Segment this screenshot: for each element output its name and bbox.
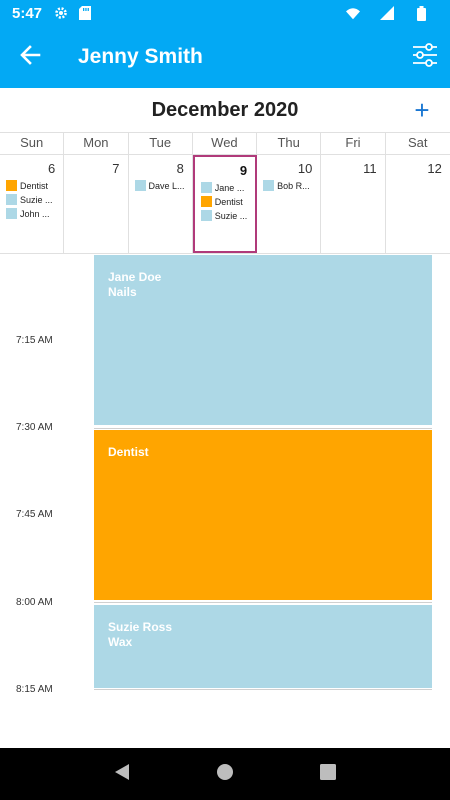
day-number: 8 (176, 161, 184, 176)
weekday-label: Tue (129, 133, 193, 154)
day-number: 7 (112, 161, 120, 176)
event-dentist[interactable]: Dentist (94, 430, 432, 600)
day-number: 6 (48, 161, 56, 176)
day-number: 12 (427, 161, 442, 176)
day-cell-7[interactable]: 7 (64, 155, 129, 253)
event-title: Jane Doe (108, 270, 162, 284)
event-chip-label: Bob R... (277, 180, 310, 191)
event-chip-label: Suzie ... (214, 210, 248, 221)
time-label: 7:45 AM (16, 509, 53, 520)
system-nav-bar (0, 748, 450, 800)
weekday-label: Wed (193, 133, 258, 154)
event-suzie-ross[interactable]: Suzie Ross Wax (94, 605, 432, 688)
event-jane-doe[interactable]: Jane Doe Nails (94, 255, 432, 425)
event-chip[interactable]: Jane ... (200, 181, 249, 194)
time-label: 8:15 AM (16, 684, 53, 695)
day-cell-8[interactable]: 8 Dave L... (129, 155, 193, 253)
day-cell-9-selected[interactable]: 9 Jane ... Dentist Suzie ... (192, 155, 258, 253)
day-number: 11 (363, 161, 377, 176)
hour-divider (94, 602, 432, 603)
time-label: 7:30 AM (16, 422, 53, 433)
hour-divider (94, 689, 432, 690)
color-swatch (6, 180, 17, 191)
day-cell-11[interactable]: 11 (321, 155, 386, 253)
month-header: December 2020 + (0, 88, 450, 132)
status-bar: 5:47 (0, 0, 450, 26)
month-title: December 2020 (151, 98, 299, 121)
arrow-left-icon (19, 44, 41, 71)
event-subtitle: Nails (108, 285, 137, 299)
event-chip-label: Suzie ... (20, 194, 53, 205)
battery-icon (414, 5, 428, 21)
gear-icon (54, 6, 68, 20)
home-circle-icon (216, 763, 234, 786)
color-swatch (200, 196, 212, 207)
day-schedule[interactable]: 7:15 AM 7:30 AM 7:45 AM 8:00 AM 8:15 AM … (0, 254, 450, 748)
event-chip-label: Dentist (214, 196, 243, 207)
event-title: Suzie Ross (108, 620, 173, 634)
signal-icon (380, 6, 394, 20)
week-row: 6 Dentist Suzie ... John ... 7 8 Dave L.… (0, 154, 450, 254)
event-chip-label: Dave L... (148, 180, 185, 191)
sd-card-icon (78, 6, 92, 20)
weekday-label: Sat (407, 135, 428, 150)
event-chip[interactable]: Dentist (200, 195, 249, 208)
weekday-label: Sun (0, 133, 65, 154)
day-number: 9 (239, 163, 248, 178)
event-chip[interactable]: Bob R... (263, 179, 314, 192)
weekday-label: Mon (64, 133, 129, 154)
color-swatch (200, 182, 212, 193)
nav-home-button[interactable] (210, 759, 240, 789)
color-swatch (6, 208, 17, 219)
back-triangle-icon (113, 763, 131, 786)
color-swatch (263, 180, 275, 191)
hour-divider (94, 428, 432, 429)
recents-square-icon (320, 763, 337, 785)
event-chip[interactable]: Dentist (6, 179, 57, 192)
day-cell-10[interactable]: 10 Bob R... (257, 155, 322, 253)
color-swatch (6, 194, 17, 205)
day-cell-12[interactable]: 12 (386, 155, 450, 253)
event-chip-label: Dentist (20, 180, 49, 191)
event-chip[interactable]: Dave L... (134, 179, 186, 192)
event-chip[interactable]: Suzie ... (6, 193, 57, 206)
page-title: Jenny Smith (78, 45, 203, 68)
day-cell-6[interactable]: 6 Dentist Suzie ... John ... (0, 155, 65, 253)
color-swatch (134, 180, 146, 191)
event-chip-label: Jane ... (214, 182, 245, 193)
event-chip[interactable]: Suzie ... (200, 209, 249, 222)
event-chip[interactable]: John ... (6, 207, 57, 220)
time-label: 8:00 AM (16, 597, 53, 608)
weekday-label: Thu (257, 133, 322, 154)
status-time: 5:47 (12, 4, 43, 22)
day-number: 10 (297, 161, 313, 176)
nav-recents-button[interactable] (313, 759, 343, 789)
add-event-button[interactable]: + (408, 96, 436, 124)
time-label: 7:15 AM (16, 335, 53, 346)
filter-button[interactable] (410, 40, 440, 74)
app-bar: Jenny Smith (0, 26, 450, 88)
event-title: Dentist (108, 445, 149, 459)
weekday-header-row: Sun Mon Tue Wed Thu Fri Sat (0, 132, 450, 154)
event-chip-label: John ... (20, 208, 50, 219)
back-button[interactable] (0, 26, 60, 88)
wifi-icon (346, 6, 360, 20)
weekday-label: Fri (321, 133, 386, 154)
event-subtitle: Wax (108, 635, 133, 649)
nav-back-button[interactable] (107, 759, 137, 789)
sliders-icon (412, 42, 438, 73)
color-swatch (200, 210, 212, 221)
